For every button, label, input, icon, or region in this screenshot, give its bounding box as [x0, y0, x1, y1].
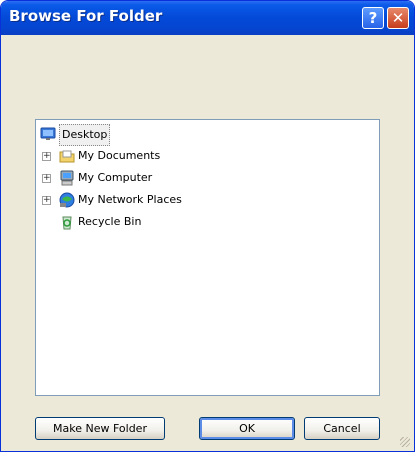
desktop-icon	[40, 127, 56, 140]
description-area	[11, 43, 404, 113]
tree-label-my-computer: My Computer	[78, 171, 153, 184]
tree-label-desktop: Desktop	[59, 124, 111, 146]
cancel-button[interactable]: Cancel	[304, 417, 380, 440]
tree-label-my-documents: My Documents	[78, 149, 161, 162]
recycle-bin-icon	[62, 216, 72, 230]
dialog-title: Browse For Folder	[9, 7, 163, 25]
documents-folder-icon	[59, 150, 75, 163]
make-new-folder-button[interactable]: Make New Folder	[35, 417, 165, 440]
close-button[interactable]: ✕	[387, 7, 409, 29]
tree-label-my-network-places: My Network Places	[78, 193, 182, 206]
close-icon: ✕	[391, 9, 405, 27]
help-button[interactable]: ?	[362, 7, 384, 29]
browse-for-folder-dialog: Browse For Folder ? ✕ Desktop + My Docum	[0, 0, 415, 452]
tree-label-recycle-bin: Recycle Bin	[78, 215, 142, 228]
computer-icon	[60, 170, 74, 186]
expand-icon[interactable]: +	[42, 196, 51, 205]
ok-button[interactable]: OK	[199, 417, 295, 440]
expand-icon[interactable]: +	[42, 174, 51, 183]
title-bar[interactable]: Browse For Folder ? ✕	[1, 1, 414, 35]
help-icon: ?	[368, 9, 378, 27]
expand-icon[interactable]: +	[42, 152, 51, 161]
network-places-icon	[59, 192, 75, 208]
resize-grip[interactable]	[400, 437, 410, 447]
folder-tree[interactable]: Desktop + My Documents + My Computer + M…	[35, 119, 380, 396]
